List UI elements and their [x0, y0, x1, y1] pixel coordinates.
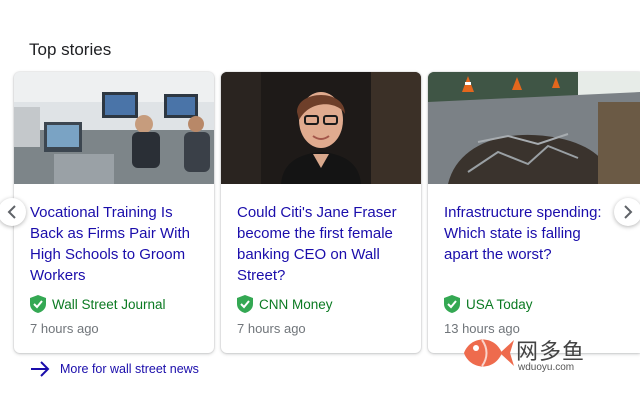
story-time-2: 7 hours ago	[237, 321, 306, 336]
chevron-left-icon	[7, 205, 16, 219]
story-card-2[interactable]: Could Citi's Jane Fraser become the firs…	[221, 72, 421, 353]
story-card-1[interactable]: Vocational Training Is Back as Firms Pai…	[14, 72, 214, 353]
source-name: CNN Money	[259, 296, 333, 312]
verified-shield-icon	[237, 295, 253, 313]
story-source-1: Wall Street Journal	[30, 295, 166, 313]
story-time-1: 7 hours ago	[30, 321, 99, 336]
story-headline-1[interactable]: Vocational Training Is Back as Firms Pai…	[30, 202, 210, 286]
story-thumbnail-1[interactable]	[14, 72, 214, 184]
story-headline-3[interactable]: Infrastructure spending: Which state is …	[444, 202, 624, 265]
verified-shield-icon	[30, 295, 46, 313]
more-news-label: More for wall street news	[60, 362, 199, 376]
watermark-url: wduoyu.com	[518, 362, 575, 373]
story-source-3: USA Today	[444, 295, 533, 313]
story-source-2: CNN Money	[237, 295, 333, 313]
portrait-photo-icon	[221, 72, 421, 184]
more-news-link[interactable]: More for wall street news	[30, 361, 199, 377]
fish-logo-icon	[464, 339, 514, 367]
top-stories-carousel: Vocational Training Is Back as Firms Pai…	[0, 72, 640, 356]
story-thumbnail-2[interactable]	[221, 72, 421, 184]
chevron-right-icon	[624, 205, 633, 219]
section-title: Top stories	[29, 40, 112, 59]
carousel-next-button[interactable]	[614, 198, 640, 226]
source-name: Wall Street Journal	[52, 296, 166, 312]
watermark: 网多鱼 wduoyu.com	[460, 330, 610, 378]
verified-shield-icon	[444, 295, 460, 313]
classroom-photo-icon	[14, 72, 214, 184]
arrow-right-icon	[31, 361, 50, 377]
story-headline-2[interactable]: Could Citi's Jane Fraser become the firs…	[237, 202, 417, 286]
source-name: USA Today	[466, 296, 533, 312]
story-card-3[interactable]: Infrastructure spending: Which state is …	[428, 72, 640, 353]
story-thumbnail-3[interactable]	[428, 72, 640, 184]
road-damage-photo-icon	[428, 72, 640, 184]
